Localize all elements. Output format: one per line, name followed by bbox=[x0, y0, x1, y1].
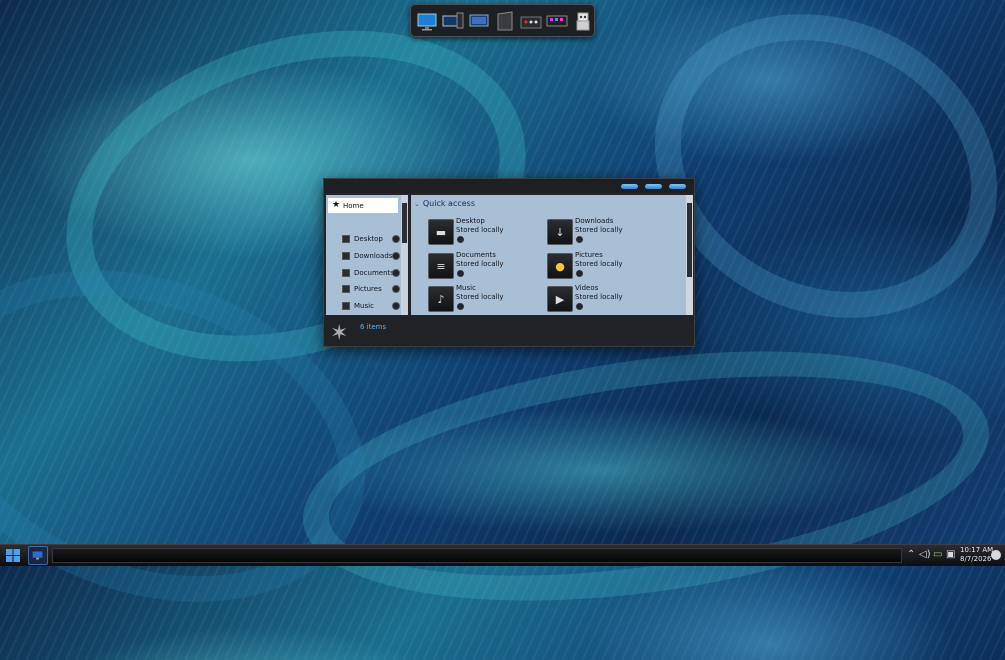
star-icon: ✶ bbox=[330, 321, 349, 346]
item-count: 6 items bbox=[360, 323, 387, 331]
item-name: Videos bbox=[575, 284, 599, 292]
pictures-icon bbox=[342, 285, 350, 293]
quick-access-item-downloads[interactable]: ↓ Downloads Stored locally bbox=[547, 217, 667, 247]
tower-icon[interactable] bbox=[494, 10, 516, 32]
windows-logo-icon bbox=[6, 549, 20, 562]
nav-item-label: Documents bbox=[354, 269, 394, 277]
content-scrollbar[interactable] bbox=[686, 195, 693, 315]
quick-access-header[interactable]: ⌄ Quick access bbox=[414, 199, 475, 208]
quick-access-title: Quick access bbox=[422, 199, 475, 208]
app-dock bbox=[410, 4, 595, 37]
computer-icon bbox=[32, 551, 43, 560]
minimize-button[interactable] bbox=[621, 184, 638, 189]
downloads-icon bbox=[342, 252, 350, 260]
downloads-icon: ↓ bbox=[547, 219, 573, 245]
taskbar: ⌃ ◁) ▭ ▣ 10:17 AM 8/7/2026 bbox=[0, 544, 1005, 566]
nav-item-documents[interactable]: Documents bbox=[326, 266, 401, 280]
navigation-pane: ★ Home Desktop Downloads Documents Pictu… bbox=[326, 195, 408, 315]
nav-item-pictures[interactable]: Pictures bbox=[326, 282, 401, 296]
item-status: Stored locally bbox=[456, 260, 504, 268]
clock-time[interactable]: 10:17 AM bbox=[960, 546, 993, 554]
item-name: Pictures bbox=[575, 251, 603, 259]
item-name: Music bbox=[456, 284, 476, 292]
computer-icon[interactable] bbox=[416, 10, 438, 32]
workstation-icon[interactable] bbox=[442, 10, 464, 32]
pin-icon bbox=[576, 236, 583, 243]
mixer-icon[interactable] bbox=[520, 10, 542, 32]
pin-icon bbox=[392, 269, 400, 277]
start-button[interactable] bbox=[3, 546, 23, 565]
item-name: Downloads bbox=[575, 217, 614, 225]
media-center-icon[interactable] bbox=[468, 10, 490, 32]
nav-item-music[interactable]: Music bbox=[326, 299, 401, 313]
item-status: Stored locally bbox=[456, 226, 504, 234]
nav-item-home[interactable]: ★ Home bbox=[328, 198, 398, 213]
item-name: Documents bbox=[456, 251, 496, 259]
pin-icon bbox=[392, 252, 400, 260]
scroll-thumb[interactable] bbox=[687, 203, 692, 277]
home-star-icon: ★ bbox=[332, 200, 341, 210]
pin-icon bbox=[392, 235, 400, 243]
battery-icon[interactable]: ▭ bbox=[933, 549, 942, 561]
quick-access-item-documents[interactable]: ≡ Documents Stored locally bbox=[428, 251, 548, 281]
pin-icon bbox=[392, 302, 400, 310]
task-area[interactable] bbox=[52, 548, 902, 563]
clock-date[interactable]: 8/7/2026 bbox=[960, 555, 991, 563]
quick-access-pane: ⌄ Quick access ▬ Desktop Stored locally ↓… bbox=[411, 195, 686, 315]
robot-icon[interactable] bbox=[572, 10, 594, 32]
pin-icon bbox=[457, 303, 464, 310]
pin-icon bbox=[576, 270, 583, 277]
documents-icon: ≡ bbox=[428, 253, 454, 279]
volume-icon[interactable]: ◁) bbox=[919, 549, 931, 561]
pin-icon bbox=[392, 285, 400, 293]
item-status: Stored locally bbox=[575, 226, 623, 234]
console-icon[interactable] bbox=[546, 10, 568, 32]
nav-item-desktop[interactable]: Desktop bbox=[326, 232, 401, 246]
nav-item-label: Pictures bbox=[354, 285, 382, 293]
videos-icon: ▶ bbox=[547, 286, 573, 312]
documents-icon bbox=[342, 269, 350, 277]
chevron-up-icon[interactable]: ⌃ bbox=[907, 549, 915, 561]
chevron-down-icon: ⌄ bbox=[414, 200, 420, 208]
desktop-icon: ▬ bbox=[428, 219, 454, 245]
quick-access-item-music[interactable]: ♪ Music Stored locally bbox=[428, 284, 548, 314]
pictures-icon: ● bbox=[547, 253, 573, 279]
quick-access-item-videos[interactable]: ▶ Videos Stored locally bbox=[547, 284, 667, 314]
nav-item-downloads[interactable]: Downloads bbox=[326, 249, 401, 263]
quick-access-item-desktop[interactable]: ▬ Desktop Stored locally bbox=[428, 217, 548, 247]
title-bar[interactable] bbox=[324, 179, 694, 193]
nav-item-label: Downloads bbox=[354, 252, 393, 260]
taskbar-file-explorer-button[interactable] bbox=[28, 546, 48, 565]
pin-icon bbox=[457, 236, 464, 243]
music-icon bbox=[342, 302, 350, 310]
item-status: Stored locally bbox=[575, 260, 623, 268]
close-button[interactable] bbox=[669, 184, 686, 189]
network-icon[interactable]: ▣ bbox=[946, 549, 955, 561]
wallpaper-swirl bbox=[287, 312, 1005, 640]
pin-icon bbox=[576, 303, 583, 310]
item-status: Stored locally bbox=[575, 293, 623, 301]
file-explorer-window: ★ Home Desktop Downloads Documents Pictu… bbox=[323, 178, 695, 347]
item-status: Stored locally bbox=[456, 293, 504, 301]
maximize-button[interactable] bbox=[645, 184, 662, 189]
nav-scrollbar[interactable] bbox=[401, 195, 408, 315]
scroll-thumb[interactable] bbox=[402, 203, 407, 243]
notification-icon[interactable] bbox=[991, 550, 1001, 560]
desktop-icon bbox=[342, 235, 350, 243]
quick-access-item-pictures[interactable]: ● Pictures Stored locally bbox=[547, 251, 667, 281]
status-bar: ✶ 6 items bbox=[324, 316, 694, 346]
pin-icon bbox=[457, 270, 464, 277]
nav-item-label: Desktop bbox=[354, 235, 383, 243]
item-name: Desktop bbox=[456, 217, 485, 225]
music-icon: ♪ bbox=[428, 286, 454, 312]
nav-home-label: Home bbox=[343, 201, 364, 210]
nav-item-label: Music bbox=[354, 302, 374, 310]
